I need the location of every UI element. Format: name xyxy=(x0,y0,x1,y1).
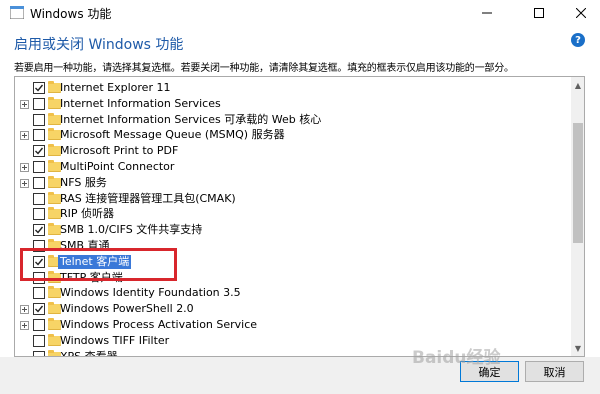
vertical-scrollbar[interactable]: ▲ ▼ xyxy=(571,77,584,356)
minimize-icon xyxy=(482,12,492,14)
close-icon xyxy=(576,8,586,18)
baidu-watermark: Baidu经验 xyxy=(412,348,501,368)
feature-label: NFS 服务 xyxy=(60,175,107,189)
feature-label: XPS 查看器 xyxy=(60,349,118,357)
feature-row[interactable]: Internet Explorer 11 xyxy=(15,80,570,96)
feature-label: MultiPoint Connector xyxy=(60,160,175,173)
feature-label: Windows Identity Foundation 3.5 xyxy=(60,286,241,300)
feature-label: Internet Information Services 可承载的 Web 核… xyxy=(60,112,322,126)
feature-label: Internet Explorer 11 xyxy=(60,81,171,94)
feature-row[interactable]: RIP 侦听器 xyxy=(15,206,570,222)
window-title: Windows 功能 xyxy=(30,7,112,21)
expand-plus-icon[interactable] xyxy=(20,321,29,330)
feature-checkbox[interactable] xyxy=(33,97,45,110)
feature-checkbox[interactable] xyxy=(33,334,45,347)
feature-label: RIP 侦听器 xyxy=(60,207,115,221)
feature-checkbox[interactable] xyxy=(33,303,45,316)
expand-plus-icon[interactable] xyxy=(20,131,29,141)
feature-row[interactable]: Internet Information Services xyxy=(15,96,570,112)
feature-tree[interactable]: Internet Explorer 11 Internet Information… xyxy=(14,76,585,357)
feature-checkbox[interactable] xyxy=(33,82,45,94)
feature-row[interactable]: NFS 服务 xyxy=(15,175,570,191)
feature-label: Internet Information Services xyxy=(60,96,221,110)
expand-plus-icon[interactable] xyxy=(20,163,29,172)
feature-checkbox[interactable] xyxy=(33,113,45,126)
dialog-footer: 确定 取消 xyxy=(0,357,600,394)
feature-row[interactable]: SMB 1.0/CIFS 文件共享支持 xyxy=(15,222,570,238)
feature-label: SMB 1.0/CIFS 文件共享支持 xyxy=(60,223,203,237)
feature-label: Windows TIFF IFilter xyxy=(60,333,170,347)
feature-label: Windows Process Activation Service xyxy=(60,318,258,331)
checkmark-icon xyxy=(35,84,44,92)
feature-row[interactable]: MultiPoint Connector xyxy=(15,159,570,175)
feature-label: Microsoft Message Queue (MSMQ) 服务器 xyxy=(60,128,285,142)
feature-checkbox[interactable] xyxy=(33,145,45,158)
feature-checkbox[interactable] xyxy=(33,129,45,142)
maximize-button[interactable] xyxy=(516,0,562,26)
feature-checkbox[interactable] xyxy=(33,176,45,189)
expand-plus-icon[interactable] xyxy=(20,178,29,188)
feature-row[interactable]: RAS 连接管理器管理工具包(CMAK) xyxy=(15,191,570,207)
window-app-icon xyxy=(10,6,24,19)
checkmark-icon xyxy=(35,147,44,155)
feature-label: RAS 连接管理器管理工具包(CMAK) xyxy=(60,191,236,205)
highlight-annotation xyxy=(20,248,177,281)
scroll-down-icon[interactable]: ▼ xyxy=(571,340,584,356)
help-icon[interactable]: ? xyxy=(571,33,585,47)
feature-row[interactable]: Microsoft Print to PDF xyxy=(15,143,570,159)
cancel-button[interactable]: 取消 xyxy=(525,361,584,382)
feature-row[interactable]: Windows Identity Foundation 3.5 xyxy=(15,285,570,301)
close-button[interactable] xyxy=(558,0,600,26)
instruction-text: 若要启用一种功能，请选择其复选框。若要关闭一种功能，请清除其复选框。填充的框表示… xyxy=(14,63,514,74)
feature-row[interactable]: Internet Information Services 可承载的 Web 核… xyxy=(15,112,570,128)
feature-label: Windows PowerShell 2.0 xyxy=(60,302,194,316)
title-bar: Windows 功能 xyxy=(0,0,600,26)
feature-checkbox[interactable] xyxy=(33,161,45,173)
scroll-thumb[interactable] xyxy=(573,123,583,243)
expand-plus-icon[interactable] xyxy=(20,305,29,315)
minimize-button[interactable] xyxy=(464,0,510,26)
feature-row[interactable]: Windows PowerShell 2.0 xyxy=(15,301,570,317)
checkmark-icon xyxy=(35,226,44,234)
feature-row[interactable]: Windows Process Activation Service xyxy=(15,317,570,333)
expand-plus-icon[interactable] xyxy=(20,99,29,109)
feature-checkbox[interactable] xyxy=(33,208,45,221)
checkmark-icon xyxy=(35,305,44,313)
feature-label: Microsoft Print to PDF xyxy=(60,144,179,158)
feature-checkbox[interactable] xyxy=(33,224,45,237)
feature-row[interactable]: Microsoft Message Queue (MSMQ) 服务器 xyxy=(15,127,570,143)
feature-checkbox[interactable] xyxy=(33,192,45,205)
maximize-icon xyxy=(534,8,544,18)
feature-checkbox[interactable] xyxy=(33,287,45,300)
page-heading: 启用或关闭 Windows 功能 xyxy=(14,37,184,53)
feature-checkbox[interactable] xyxy=(33,319,45,331)
scroll-up-icon[interactable]: ▲ xyxy=(571,77,584,93)
